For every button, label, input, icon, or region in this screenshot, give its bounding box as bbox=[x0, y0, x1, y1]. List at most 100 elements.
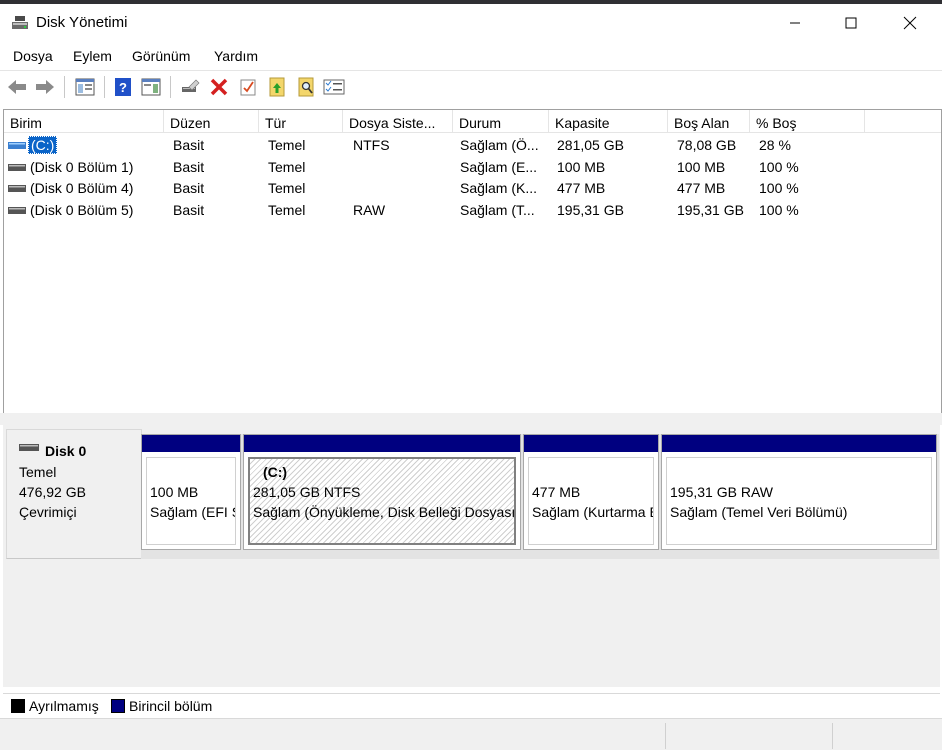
menu-yardim[interactable]: Yardım bbox=[214, 48, 258, 64]
delete-button[interactable] bbox=[208, 76, 230, 98]
partition-status: Sağlam (Temel Veri Bölümü) bbox=[670, 504, 848, 520]
legend-primary-swatch bbox=[111, 699, 125, 713]
maximize-button[interactable] bbox=[828, 4, 874, 42]
help-button[interactable]: ? bbox=[112, 76, 134, 98]
search-icon bbox=[298, 77, 314, 97]
cell-capacity: 195,31 GB bbox=[557, 202, 624, 218]
menu-dosya[interactable]: Dosya bbox=[13, 48, 53, 64]
back-button[interactable] bbox=[6, 76, 28, 98]
column-tur[interactable]: Tür bbox=[259, 110, 343, 132]
cell-pct: 28 % bbox=[759, 137, 791, 153]
cell-pct: 100 % bbox=[759, 180, 799, 196]
partition-c[interactable]: (C:) 281,05 GB NTFS Sağlam (Önyükleme, D… bbox=[243, 434, 521, 550]
table-row[interactable]: (C:) Basit Temel NTFS Sağlam (Ö... 281,0… bbox=[4, 135, 941, 156]
pane-splitter[interactable] bbox=[0, 413, 942, 425]
disk-map-pane[interactable]: Disk 0 Temel 476,92 GB Çevrimiçi 100 MB … bbox=[3, 425, 940, 687]
drive-icon bbox=[8, 142, 26, 149]
partition-1[interactable]: 100 MB Sağlam (EFI Sistem Bölümü) bbox=[141, 434, 241, 550]
partition-4[interactable]: 477 MB Sağlam (Kurtarma Bölümü) bbox=[523, 434, 659, 550]
partition-color-bar bbox=[662, 435, 936, 452]
minimize-icon bbox=[790, 22, 800, 24]
partition-status: Sağlam (Kurtarma Bölümü) bbox=[532, 504, 653, 520]
forward-button[interactable] bbox=[34, 76, 56, 98]
title-bar[interactable]: Disk Yönetimi bbox=[0, 4, 942, 42]
column-birim[interactable]: Birim bbox=[4, 110, 164, 132]
properties-pane-icon bbox=[141, 78, 161, 96]
cell-type: Temel bbox=[268, 159, 306, 175]
forward-arrow-icon bbox=[36, 80, 54, 94]
legend-primary-label: Birincil bölüm bbox=[129, 698, 213, 714]
table-row[interactable]: (Disk 0 Bölüm 1) Basit Temel Sağlam (E..… bbox=[4, 157, 941, 178]
connect-virtual-disk-button[interactable] bbox=[179, 76, 201, 98]
disk-size: 476,92 GB bbox=[19, 484, 86, 500]
cell-status: Sağlam (Ö... bbox=[460, 137, 539, 153]
status-bar bbox=[0, 718, 942, 750]
minimize-button[interactable] bbox=[772, 4, 818, 42]
partition-size: 195,31 GB RAW bbox=[670, 484, 773, 500]
partition-status: Sağlam (EFI Sistem Bölümü) bbox=[150, 504, 235, 520]
disk-0-partitions: 100 MB Sağlam (EFI Sistem Bölümü) (C:) 2… bbox=[141, 434, 939, 559]
disk-name: Disk 0 bbox=[45, 443, 87, 459]
help-icon: ? bbox=[115, 78, 131, 96]
table-row[interactable]: (Disk 0 Bölüm 4) Basit Temel Sağlam (K..… bbox=[4, 178, 941, 199]
volume-list[interactable]: Birim Düzen Tür Dosya Siste... Durum Kap… bbox=[3, 109, 942, 414]
menu-bar: Dosya Eylem Görünüm Yardım bbox=[0, 42, 942, 70]
volume-list-header: Birim Düzen Tür Dosya Siste... Durum Kap… bbox=[4, 110, 941, 133]
column-bos-alan[interactable]: Boş Alan bbox=[668, 110, 750, 132]
cell-layout: Basit bbox=[173, 180, 205, 196]
toolbar-separator bbox=[64, 76, 65, 98]
cell-name: (Disk 0 Bölüm 1) bbox=[30, 159, 134, 175]
partition-size: 100 MB bbox=[150, 484, 199, 500]
table-row[interactable]: (Disk 0 Bölüm 5) Basit Temel RAW Sağlam … bbox=[4, 200, 941, 221]
cell-free: 195,31 GB bbox=[677, 202, 744, 218]
status-separator bbox=[665, 723, 666, 749]
column-kapasite[interactable]: Kapasite bbox=[549, 110, 668, 132]
cell-capacity: 281,05 GB bbox=[557, 137, 624, 153]
show-hide-console-tree-button[interactable] bbox=[74, 76, 96, 98]
cell-free: 78,08 GB bbox=[677, 137, 737, 153]
partition-size: 477 MB bbox=[532, 484, 581, 500]
properties-button[interactable] bbox=[237, 76, 259, 98]
cell-layout: Basit bbox=[173, 159, 205, 175]
partition-color-bar bbox=[524, 435, 658, 452]
disk-0-label[interactable]: Disk 0 Temel 476,92 GB Çevrimiçi bbox=[6, 429, 142, 559]
search-button[interactable] bbox=[295, 76, 317, 98]
partition-5[interactable]: 195,31 GB RAW Sağlam (Temel Veri Bölümü) bbox=[661, 434, 937, 550]
partition-label: (C:) bbox=[263, 464, 288, 480]
connect-drive-icon bbox=[182, 79, 200, 92]
column-durum[interactable]: Durum bbox=[453, 110, 549, 132]
cell-layout: Basit bbox=[173, 137, 205, 153]
window-title: Disk Yönetimi bbox=[36, 14, 128, 31]
back-arrow-icon bbox=[8, 80, 26, 94]
cell-pct: 100 % bbox=[759, 159, 799, 175]
cell-capacity: 100 MB bbox=[557, 159, 606, 175]
drive-icon bbox=[8, 164, 26, 171]
list-view-button[interactable] bbox=[323, 76, 345, 98]
cell-name: (Disk 0 Bölüm 5) bbox=[30, 202, 134, 218]
export-list-button[interactable] bbox=[266, 76, 288, 98]
cell-layout: Basit bbox=[173, 202, 205, 218]
column-dosya-sistemi[interactable]: Dosya Siste... bbox=[343, 110, 453, 132]
cell-type: Temel bbox=[268, 202, 306, 218]
cell-free: 477 MB bbox=[677, 180, 726, 196]
close-button[interactable] bbox=[887, 4, 933, 42]
console-tree-icon bbox=[75, 78, 95, 96]
cell-free: 100 MB bbox=[677, 159, 726, 175]
cell-status: Sağlam (T... bbox=[460, 202, 535, 218]
partition-body: 100 MB Sağlam (EFI Sistem Bölümü) bbox=[146, 457, 236, 545]
cell-pct: 100 % bbox=[759, 202, 799, 218]
export-icon bbox=[269, 77, 285, 97]
menu-gorunum[interactable]: Görünüm bbox=[132, 48, 190, 64]
svg-text:?: ? bbox=[119, 80, 127, 95]
delete-icon bbox=[210, 78, 228, 96]
column-yuzde-bos[interactable]: % Boş bbox=[750, 110, 865, 132]
column-duzen[interactable]: Düzen bbox=[164, 110, 259, 132]
legend-unallocated-swatch bbox=[11, 699, 25, 713]
show-hide-action-pane-button[interactable] bbox=[140, 76, 162, 98]
cell-type: Temel bbox=[268, 137, 306, 153]
volume-name-selected[interactable]: (C:) bbox=[28, 136, 58, 154]
cell-name: (Disk 0 Bölüm 4) bbox=[30, 180, 134, 196]
close-icon bbox=[903, 16, 917, 30]
toolbar-separator bbox=[170, 76, 171, 98]
menu-eylem[interactable]: Eylem bbox=[73, 48, 112, 64]
